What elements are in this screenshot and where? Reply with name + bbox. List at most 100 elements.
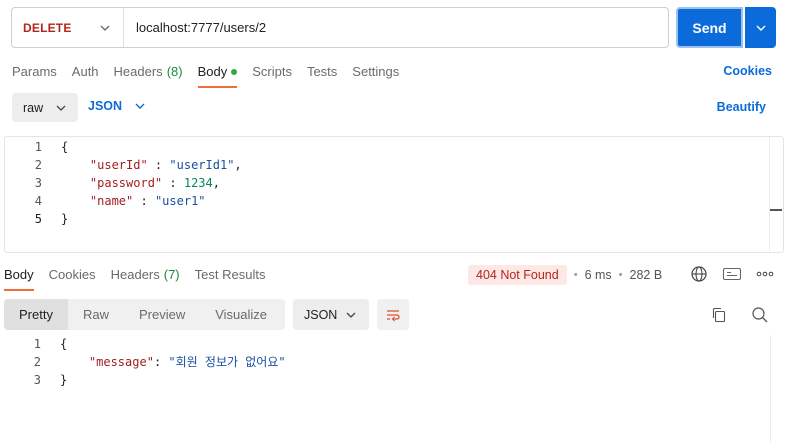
active-dot-icon <box>231 69 238 75</box>
tab-tests[interactable]: Tests <box>307 64 337 86</box>
code-line: 1{ <box>5 138 242 156</box>
tab-response-body[interactable]: Body <box>4 267 34 291</box>
line-number: 5 <box>34 212 42 226</box>
response-body-viewer[interactable]: 1{ 2 "message": "회원 정보가 없어요" 3} <box>4 335 772 442</box>
line-number: 1 <box>34 140 42 154</box>
code-text: "userId" : "userId1", <box>42 156 242 174</box>
chevron-down-icon <box>756 25 765 31</box>
json-value: "회원 정보가 없어요" <box>168 355 286 369</box>
separator-icon: • <box>573 269 578 281</box>
json-value: "userId1" <box>169 158 235 172</box>
code-line: 3 "password" : 1234, <box>5 174 242 192</box>
tab-body[interactable]: Body <box>197 64 238 88</box>
json-value: "user1" <box>154 194 206 208</box>
tab-scripts[interactable]: Scripts <box>252 64 292 86</box>
save-response-icon[interactable] <box>722 266 742 282</box>
request-body-editor[interactable]: 1{ 2 "userId" : "userId1", 3 "password" … <box>4 136 784 253</box>
code-text: "password" : 1234, <box>42 174 220 192</box>
json-comma: , <box>212 176 220 190</box>
tab-response-headers[interactable]: Headers (7) <box>111 267 180 289</box>
body-mode-select[interactable]: raw <box>12 93 78 122</box>
response-tabs: Body Cookies Headers (7) Test Results <box>4 267 280 291</box>
response-size[interactable]: 282 B <box>630 268 663 282</box>
json-key: "password" <box>89 176 163 190</box>
send-options-button[interactable] <box>745 7 776 48</box>
send-button[interactable]: Send <box>676 7 743 48</box>
tab-label: Body <box>4 267 34 282</box>
code-line: 1{ <box>4 335 286 353</box>
tab-settings[interactable]: Settings <box>352 64 399 86</box>
code-text: { <box>61 140 69 154</box>
url-input[interactable]: localhost:7777/users/2 <box>124 20 266 35</box>
tab-label: Cookies <box>48 267 96 282</box>
response-scrollbar[interactable] <box>770 335 784 442</box>
tab-count: (7) <box>163 267 180 282</box>
tab-auth[interactable]: Auth <box>72 64 99 86</box>
more-options-icon[interactable] <box>756 271 774 277</box>
response-format-select[interactable]: JSON <box>293 299 369 330</box>
copy-icon[interactable] <box>710 306 728 324</box>
tab-headers[interactable]: Headers (8) <box>114 64 183 86</box>
tab-response-cookies[interactable]: Cookies <box>49 267 96 289</box>
json-key: "userId" <box>89 158 148 172</box>
code-line: 2 "userId" : "userId1", <box>5 156 242 174</box>
json-comma: , <box>234 158 242 172</box>
view-raw[interactable]: Raw <box>68 299 124 330</box>
view-pretty[interactable]: Pretty <box>4 299 68 330</box>
body-language-select[interactable]: JSON <box>88 99 146 113</box>
response-view-modes: Pretty Raw Preview Visualize <box>4 299 285 330</box>
response-meta: 404 Not Found • 6 ms • 282 B <box>468 264 662 286</box>
tab-params[interactable]: Params <box>12 64 57 86</box>
response-format-label: JSON <box>304 307 338 322</box>
method-select[interactable]: DELETE <box>12 8 124 47</box>
json-value: 1234 <box>183 176 213 190</box>
json-sep: : <box>153 355 169 369</box>
code-line: 5} <box>5 210 242 228</box>
request-bar: DELETE localhost:7777/users/2 <box>11 7 669 48</box>
method-label: DELETE <box>23 20 72 35</box>
editor-scrollbar[interactable] <box>769 137 783 252</box>
search-icon[interactable] <box>751 306 769 324</box>
tab-label: Auth <box>71 64 99 79</box>
request-tabs: Params Auth Headers (8) Body Scripts Test… <box>12 64 414 88</box>
wrap-lines-icon <box>387 309 400 321</box>
tab-label: Scripts <box>252 64 292 79</box>
tab-count: (8) <box>166 64 183 79</box>
code-line: 3} <box>4 371 286 389</box>
json-key: "name" <box>89 194 134 208</box>
tab-label: Body <box>197 64 228 79</box>
tab-label: Settings <box>352 64 400 79</box>
code-lines: 1{ 2 "userId" : "userId1", 3 "password" … <box>5 138 242 228</box>
code-lines: 1{ 2 "message": "회원 정보가 없어요" 3} <box>4 335 286 389</box>
tab-label: Test Results <box>194 267 266 282</box>
json-sep: : <box>162 176 184 190</box>
code-line: 4 "name" : "user1" <box>5 192 242 210</box>
separator-icon: • <box>618 269 623 281</box>
beautify-button[interactable]: Beautify <box>717 100 766 114</box>
chevron-down-icon <box>346 312 356 318</box>
view-preview[interactable]: Preview <box>124 299 200 330</box>
line-number: 3 <box>34 176 42 190</box>
chevron-down-icon <box>56 105 66 111</box>
tab-label: Headers <box>113 64 163 79</box>
globe-icon[interactable] <box>690 265 708 283</box>
code-line: 2 "message": "회원 정보가 없어요" <box>4 353 286 371</box>
body-mode-label: raw <box>23 100 44 115</box>
line-number: 2 <box>33 355 41 369</box>
code-text: } <box>61 212 69 226</box>
tab-label: Tests <box>306 64 338 79</box>
json-sep: : <box>133 194 155 208</box>
chevron-down-icon <box>100 25 110 31</box>
response-actions <box>690 265 774 283</box>
scroll-marker <box>770 209 782 211</box>
tab-test-results[interactable]: Test Results <box>195 267 266 289</box>
cookies-link[interactable]: Cookies <box>723 64 772 78</box>
response-time[interactable]: 6 ms <box>585 268 612 282</box>
status-badge[interactable]: 404 Not Found <box>468 265 567 285</box>
view-visualize[interactable]: Visualize <box>200 299 282 330</box>
line-number: 1 <box>33 337 41 351</box>
line-number: 4 <box>34 194 42 208</box>
body-language-label: JSON <box>88 99 123 113</box>
wrap-lines-button[interactable] <box>377 299 409 330</box>
code-text: { <box>60 337 68 351</box>
